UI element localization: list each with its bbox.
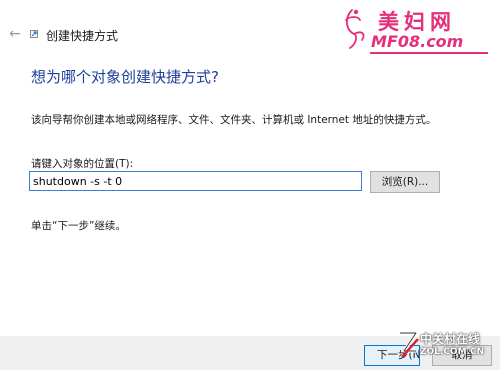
back-arrow-icon[interactable]: ← bbox=[6, 25, 24, 43]
page-heading: 想为哪个对象创建快捷方式? bbox=[31, 68, 219, 86]
zol-brand-cn: 中关村在线 bbox=[420, 332, 481, 346]
continue-hint: 单击“下一步”继续。 bbox=[31, 220, 126, 232]
browse-button[interactable]: 浏览(R)... bbox=[370, 171, 440, 193]
wizard-description: 该向导帮你创建本地或网络程序、文件、文件夹、计算机或 Internet 地址的快… bbox=[31, 114, 437, 126]
location-label: 请键入对象的位置(T): bbox=[31, 158, 134, 170]
watermark-brand-en: MF08.com bbox=[371, 32, 464, 51]
zol-brand-en: ZOL.COM.CN bbox=[420, 347, 485, 357]
window-title: 创建快捷方式 bbox=[46, 29, 119, 43]
shortcut-icon bbox=[30, 30, 38, 38]
location-input[interactable] bbox=[29, 171, 362, 191]
